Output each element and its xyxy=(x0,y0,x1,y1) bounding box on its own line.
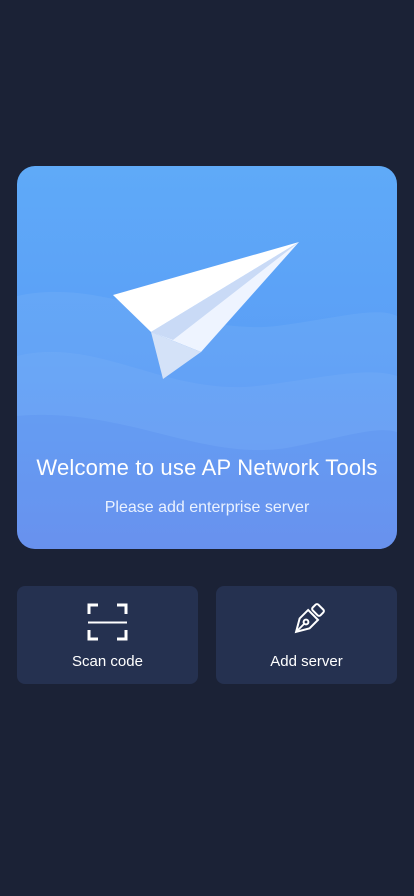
welcome-banner: Welcome to use AP Network Tools Please a… xyxy=(17,166,397,549)
scan-code-button[interactable]: Scan code xyxy=(17,586,198,684)
scan-code-label: Scan code xyxy=(72,653,143,670)
scan-icon xyxy=(87,603,128,641)
welcome-title: Welcome to use AP Network Tools xyxy=(36,455,378,480)
add-server-label: Add server xyxy=(270,653,343,670)
pen-icon xyxy=(294,603,325,634)
paper-plane-icon xyxy=(113,242,299,379)
welcome-subtitle: Please add enterprise server xyxy=(104,499,310,516)
add-server-button[interactable]: Add server xyxy=(216,586,397,684)
